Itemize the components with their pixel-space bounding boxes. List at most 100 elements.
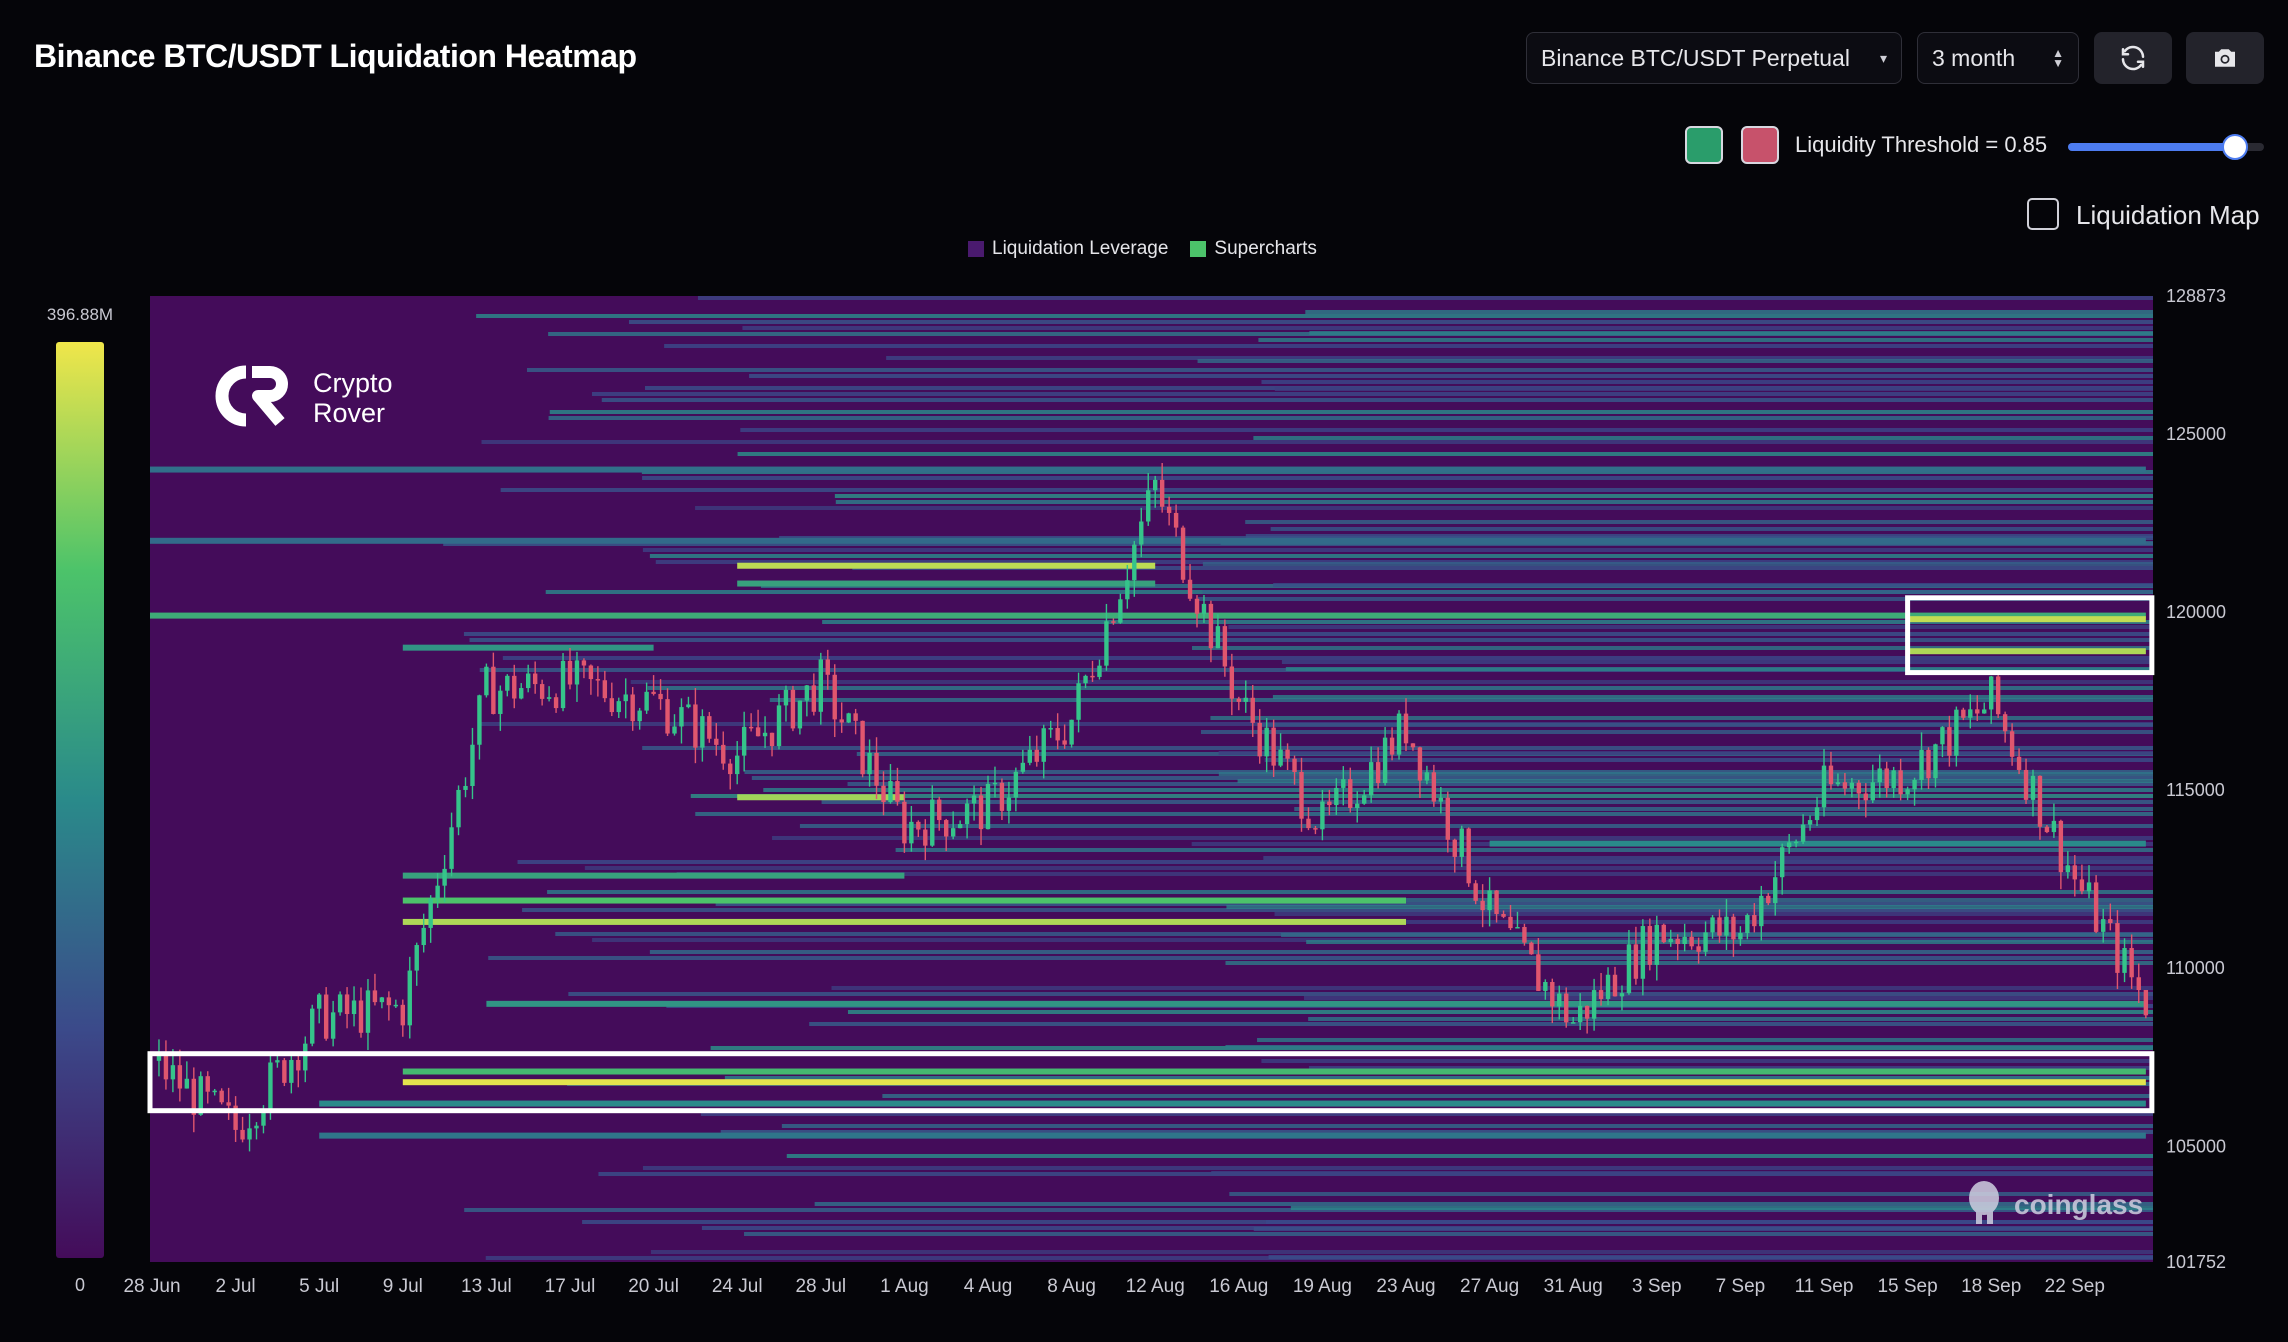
x-tick-label: 16 Aug [1209,1276,1268,1297]
y-tick-label: 101752 [2166,1252,2226,1272]
candle [1375,762,1381,784]
candle [1403,713,1409,744]
candle [2023,769,2029,800]
candle [992,782,998,785]
candle [1591,990,1597,1019]
candle [1905,789,1910,795]
candle [2009,731,2015,757]
candle [317,994,322,1009]
candle [616,701,621,713]
liquidity-level [1225,961,2153,965]
liquidity-level [601,398,2153,402]
candle [1069,719,1074,745]
liquidity-level [1260,723,2153,727]
candle [1696,946,1701,952]
x-tick-label: 28 Jul [795,1276,846,1297]
liquidity-level [548,416,2153,420]
candle [1341,779,1346,788]
candle [1912,779,1917,790]
candle [644,691,649,711]
liquidity-level [647,686,2153,690]
candle [477,695,482,745]
candle [1083,675,1088,684]
candle [498,690,503,714]
candle [1257,722,1262,757]
candle [2115,923,2120,973]
candle [1557,993,1562,1007]
liquidity-level [1281,933,2153,937]
x-tick-label: 19 Aug [1293,1276,1352,1297]
candle [1215,626,1221,649]
candle [930,799,935,846]
candle [2002,714,2008,732]
candle [1717,917,1722,936]
liquidity-level [821,800,2153,804]
x-tick-label: 7 Sep [1716,1276,1766,1297]
y-tick-label: 125000 [2166,424,2226,444]
candle [1299,772,1304,819]
x-tick-label: 31 Aug [1544,1276,1603,1297]
liquidity-level [1303,996,2153,1000]
liquidity-level [749,374,2153,378]
coinglass-wordmark: coinglass [2014,1189,2143,1220]
candle [519,688,524,699]
liquidity-level [847,1010,2153,1014]
candle [1647,926,1653,965]
liquidity-level [1226,905,2153,909]
candle [344,994,350,1015]
liquidity-band [737,562,1156,569]
candle [2129,948,2134,978]
liquidity-level [814,1202,2153,1206]
candle [2065,865,2071,873]
candle [790,689,796,729]
candle [1166,506,1172,513]
candle [1487,890,1492,911]
candle [351,1000,357,1015]
candle [818,659,823,712]
candle [1926,749,1931,779]
candle [2037,775,2043,827]
candle [2101,919,2106,932]
candle [1501,913,1506,917]
liquidity-level [1274,898,2153,902]
candle [546,697,552,699]
candle [560,660,566,709]
liquidity-level [1274,912,2153,916]
liquidity-level [740,428,2153,432]
candle [1529,942,1534,955]
candle [1417,747,1423,781]
candle [1849,782,1855,789]
liquidity-level [549,410,2153,414]
candle [323,994,329,1039]
candle [1104,621,1109,666]
candle [1543,981,1548,991]
liquidity-level [1253,436,2153,440]
candle [1243,697,1248,702]
x-tick-label: 11 Sep [1795,1276,1854,1297]
candle [1445,797,1450,840]
candle [1752,915,1757,927]
candle [379,997,385,1003]
liquidity-level [664,344,2153,348]
candle [1313,828,1318,830]
candle [2058,820,2064,873]
candle [505,675,510,691]
candle [574,660,580,685]
candle [1989,676,1994,710]
liquidity-level [1265,1220,2153,1224]
candle [679,707,684,727]
candle [365,990,371,1033]
candle [1285,749,1290,759]
liquidation-heatmap-chart[interactable]: 396.88M 0 128873 125000 120000 115000 110000… [0,0,2288,1342]
candle [741,726,747,756]
candle [888,781,893,803]
y-tick-label: 105000 [2166,1136,2226,1156]
candle [1968,709,1973,718]
candle [832,674,837,720]
candle [526,673,531,689]
candle [971,795,977,804]
candle [1793,841,1799,844]
candle [1919,749,1924,780]
candle [1020,762,1026,772]
candle [1550,981,1555,1007]
